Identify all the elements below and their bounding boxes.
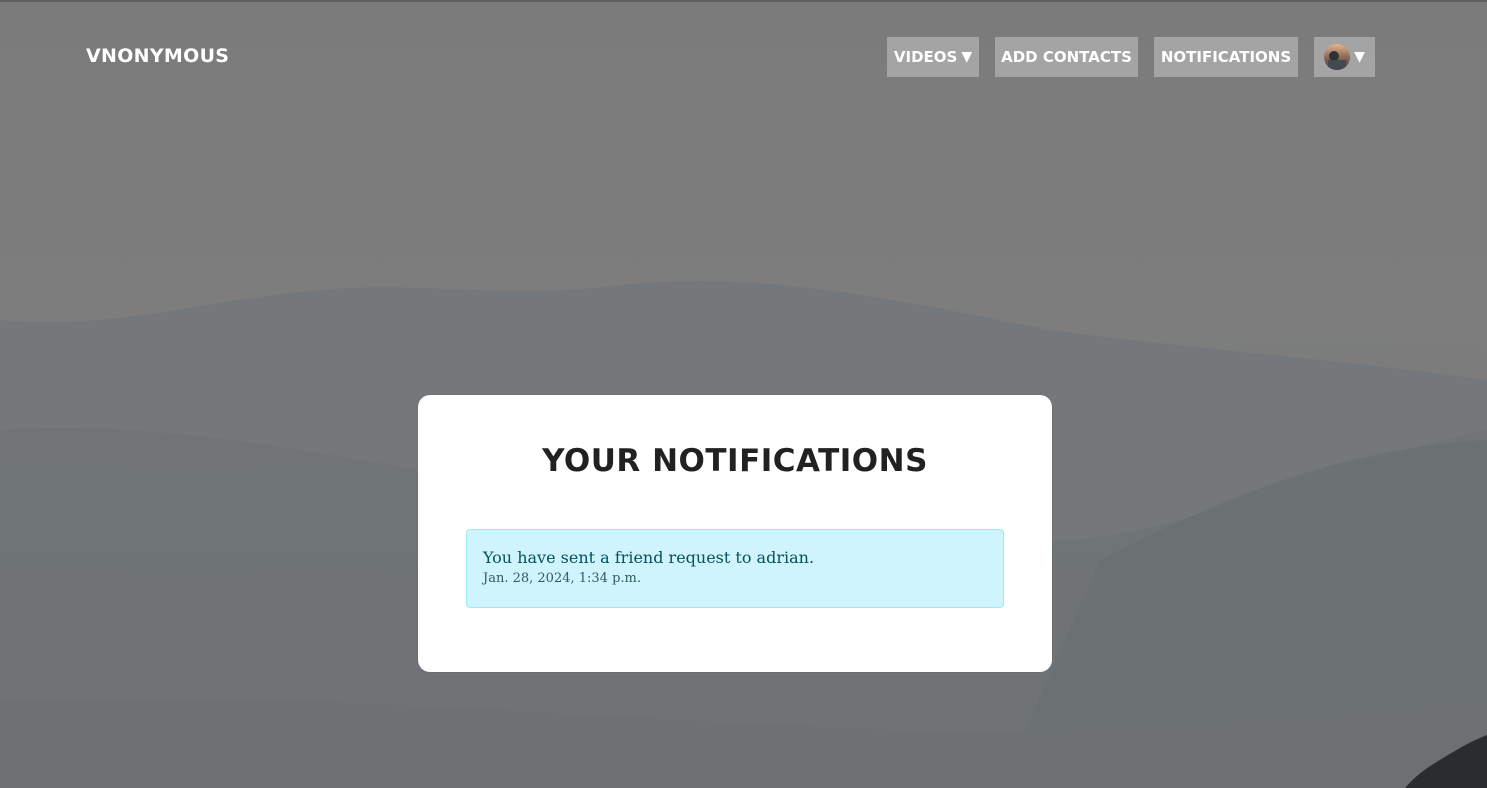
notification-message: You have sent a friend request to adrian… <box>483 548 815 567</box>
caret-down-icon: ▼ <box>1354 49 1365 65</box>
profile-dropdown[interactable]: ▼ <box>1314 37 1375 77</box>
nav-add-contacts-button[interactable]: ADD CONTACTS <box>995 37 1138 77</box>
top-navbar: VNONYMOUS VIDEOS ▼ ADD CONTACTS NOTIFICA… <box>0 0 1487 110</box>
nav-notifications-button[interactable]: NOTIFICATIONS <box>1154 37 1298 77</box>
page-title: YOUR NOTIFICATIONS <box>542 443 928 479</box>
brand-logo[interactable]: VNONYMOUS <box>86 45 229 67</box>
notification-timestamp: Jan. 28, 2024, 1:34 p.m. <box>483 571 641 586</box>
top-rule <box>0 0 1487 2</box>
nav-videos-label: VIDEOS <box>893 48 958 66</box>
nav-videos-dropdown[interactable]: VIDEOS ▼ <box>887 37 979 77</box>
avatar <box>1324 44 1351 70</box>
nav-notifications-label: NOTIFICATIONS <box>1160 48 1292 66</box>
notification-item: You have sent a friend request to adrian… <box>466 529 1004 608</box>
caret-down-icon: ▼ <box>961 49 973 65</box>
nav-add-contacts-label: ADD CONTACTS <box>1001 48 1132 66</box>
notifications-card: YOUR NOTIFICATIONS You have sent a frien… <box>418 395 1052 672</box>
